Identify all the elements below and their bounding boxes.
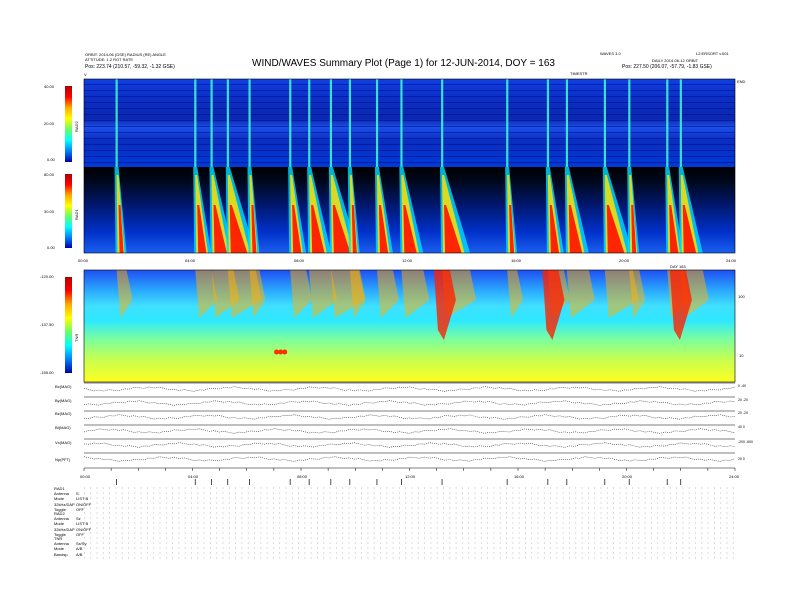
trace-range-bt: 40 0 [738,425,745,429]
trace-range-np: 20 0 [738,457,745,461]
trace-line [83,442,736,448]
mode-block-tnr: TNR Antenna Sx/Sy Mode A/B Bandsp A/B [54,536,86,557]
rad2-burst [506,79,509,167]
tnr-burst-streak [116,270,133,318]
tnr-burst-streak [376,270,399,318]
bottom-time-tick-2: 08:00 [297,474,308,479]
bottom-time-tick-1: 04:00 [188,474,199,479]
rad2-burst [441,79,444,167]
rad2-burst [400,79,403,167]
tnr-burst-streak [290,270,313,318]
rad2-burst [226,79,229,167]
rad2-burst [679,79,682,167]
tnr-burst-streak [249,270,266,318]
rad2-burst [546,79,550,167]
mode-block-rad1: RAD1 Antenna S Mode LIST B 32kHz/DAPON/OFF… [54,486,91,512]
tnr-burst-streak [566,270,595,318]
rad2-burst [289,79,292,167]
trace-label-vx: Vx(MAG) [55,440,72,445]
rad2-burst [375,79,379,167]
rad2-burst [248,79,251,167]
tnr-burst-streak [349,270,366,318]
trace-range-vx: -200 -600 [738,440,753,444]
trace-label-bz: Bz(MAG) [55,411,72,416]
bottom-time-tick-0: 00:00 [80,474,91,479]
tnr-burst-streak [629,270,646,318]
trace-label-bx: Bx(MAG) [55,384,72,389]
mode-row: Bandsp A/B [54,552,86,557]
rad2-burst [308,79,311,167]
trace-range-bx: 0 -40 [738,384,746,388]
plot-overlay [83,78,736,559]
rad2-burst [115,79,118,167]
trace-line [83,414,736,420]
tnr-burst-streak [401,270,430,318]
bottom-time-tick-6: 24:00 [729,474,740,479]
bottom-time-tick-3: 12:00 [405,474,416,479]
rad2-burst [666,79,669,167]
rad2-burst [210,79,213,167]
rad2-burst [348,79,352,167]
trace-label-by: By(MAG) [55,398,72,403]
rad2-burst [603,79,606,167]
trace-line [83,428,736,434]
bottom-time-tick-5: 20:00 [622,474,633,479]
radio-bursts-layer [114,79,703,253]
rad2-burst [628,79,631,167]
trace-range-by: 20 -20 [738,398,748,402]
trace-label-np: Np(PFT) [55,457,71,462]
rad2-burst [329,79,333,167]
trace-line [83,456,736,462]
trace-line [83,400,736,406]
trace-range-bz: 20 -20 [738,411,748,415]
trace-label-bt: Bt(MAG) [55,425,71,430]
mag-traces-layer [83,382,736,471]
tnr-hot-spot [282,349,288,355]
mode-block-rad2: RAD2 Antenna Sz Mode LIST B 32kHz/DAPON/OF… [54,511,91,537]
mode-marks-layer [84,479,735,559]
trace-line [83,386,736,392]
bottom-time-tick-4: 16:00 [514,474,525,479]
rad2-burst [194,79,197,167]
tnr-burst-streak [507,270,524,318]
mode-key: Bandsp [54,551,68,557]
mode-value: A/B [76,551,83,557]
tnr-warm-layer [116,270,709,355]
rad2-burst [565,79,569,167]
